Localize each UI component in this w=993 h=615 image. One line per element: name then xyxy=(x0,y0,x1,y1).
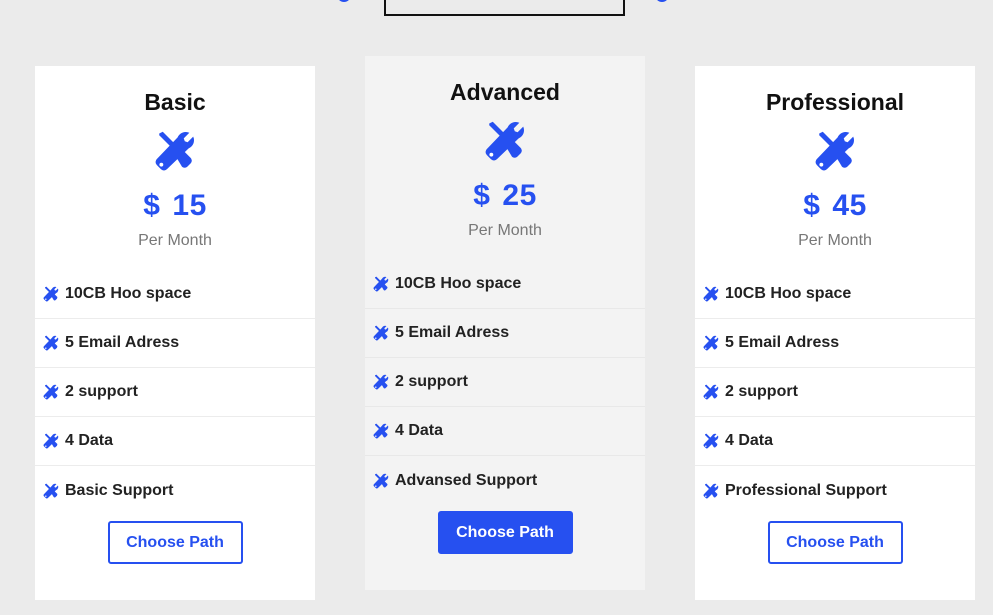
feature-label: Professional Support xyxy=(725,481,887,499)
feature-item: Basic Support xyxy=(35,466,315,515)
feature-item: 5 Email Adress xyxy=(695,319,975,368)
plan-price: $25 xyxy=(365,178,645,214)
price-amount: 25 xyxy=(502,179,537,212)
feature-label: 4 Data xyxy=(65,432,114,449)
currency-symbol: $ xyxy=(803,189,821,222)
feature-label: 2 support xyxy=(65,383,138,400)
feature-label: 10CB Hoo space xyxy=(395,275,522,292)
feature-item: 10CB Hoo space xyxy=(35,270,315,319)
tools-icon xyxy=(43,286,59,302)
pagination-dot-left[interactable] xyxy=(337,0,351,2)
feature-label: Advansed Support xyxy=(395,471,538,489)
feature-item: 10CB Hoo space xyxy=(365,260,645,309)
tools-icon xyxy=(43,384,59,400)
choose-path-button[interactable]: Choose Path xyxy=(437,511,573,554)
feature-label: 5 Email Adress xyxy=(395,324,510,341)
tools-icon xyxy=(373,374,389,390)
tools-icon xyxy=(373,423,389,439)
billing-period: Per Month xyxy=(468,222,542,239)
feature-label: 2 support xyxy=(725,383,798,400)
price-amount: 45 xyxy=(832,189,867,222)
tools-icon xyxy=(43,483,59,499)
billing-period: Per Month xyxy=(138,232,212,249)
currency-symbol: $ xyxy=(143,189,161,222)
feature-item: 2 support xyxy=(365,358,645,407)
tools-icon xyxy=(43,433,59,449)
tools-icon xyxy=(373,276,389,292)
tools-icon xyxy=(703,384,719,400)
pricing-card-professional: Professional $45 Per Month 10CB Hoo spac… xyxy=(695,66,975,600)
feature-list: 10CB Hoo space 5 Email Adress 2 support … xyxy=(35,270,315,515)
plan-title: Basic xyxy=(144,89,206,115)
tools-icon xyxy=(703,433,719,449)
feature-item: Professional Support xyxy=(695,466,975,515)
tools-icon xyxy=(373,473,389,489)
feature-label: Basic Support xyxy=(65,481,174,499)
tools-icon xyxy=(484,120,526,162)
feature-item: 10CB Hoo space xyxy=(695,270,975,319)
feature-item: 5 Email Adress xyxy=(365,309,645,358)
tools-icon xyxy=(703,286,719,302)
tools-icon xyxy=(814,130,856,172)
feature-label: 10CB Hoo space xyxy=(65,285,192,302)
tools-icon xyxy=(703,335,719,351)
plan-title: Advanced xyxy=(450,79,560,105)
choose-path-button[interactable]: Choose Path xyxy=(767,521,903,564)
pricing-card-advanced: Advanced $25 Per Month 10CB Hoo space 5 … xyxy=(365,56,645,590)
currency-symbol: $ xyxy=(473,179,491,212)
feature-item: 4 Data xyxy=(35,417,315,466)
plan-title: Professional xyxy=(765,89,905,115)
feature-label: 2 support xyxy=(395,373,468,390)
tools-icon xyxy=(373,325,389,341)
feature-label: 10CB Hoo space xyxy=(725,285,852,302)
feature-item: 5 Email Adress xyxy=(35,319,315,368)
choose-path-button[interactable]: Choose Path xyxy=(107,521,243,564)
pagination-dot-right[interactable] xyxy=(655,0,669,2)
feature-item: 2 support xyxy=(695,368,975,417)
feature-item: 2 support xyxy=(35,368,315,417)
pricing-card-basic: Basic $15 Per Month 10CB Hoo space 5 Ema… xyxy=(35,66,315,600)
feature-label: 4 Data xyxy=(725,432,774,449)
tools-icon xyxy=(703,483,719,499)
feature-item: 4 Data xyxy=(365,407,645,456)
feature-list: 10CB Hoo space 5 Email Adress 2 support … xyxy=(365,260,645,505)
billing-period: Per Month xyxy=(798,232,872,249)
top-frame xyxy=(384,0,625,16)
plan-price: $45 xyxy=(695,188,975,224)
price-amount: 15 xyxy=(172,189,207,222)
tools-icon xyxy=(154,130,196,172)
tools-icon xyxy=(43,335,59,351)
plan-price: $15 xyxy=(35,188,315,224)
feature-label: 5 Email Adress xyxy=(65,334,180,351)
feature-item: 4 Data xyxy=(695,417,975,466)
feature-list: 10CB Hoo space 5 Email Adress 2 support … xyxy=(695,270,975,515)
feature-label: 4 Data xyxy=(395,422,444,439)
feature-label: 5 Email Adress xyxy=(725,334,840,351)
feature-item: Advansed Support xyxy=(365,456,645,505)
